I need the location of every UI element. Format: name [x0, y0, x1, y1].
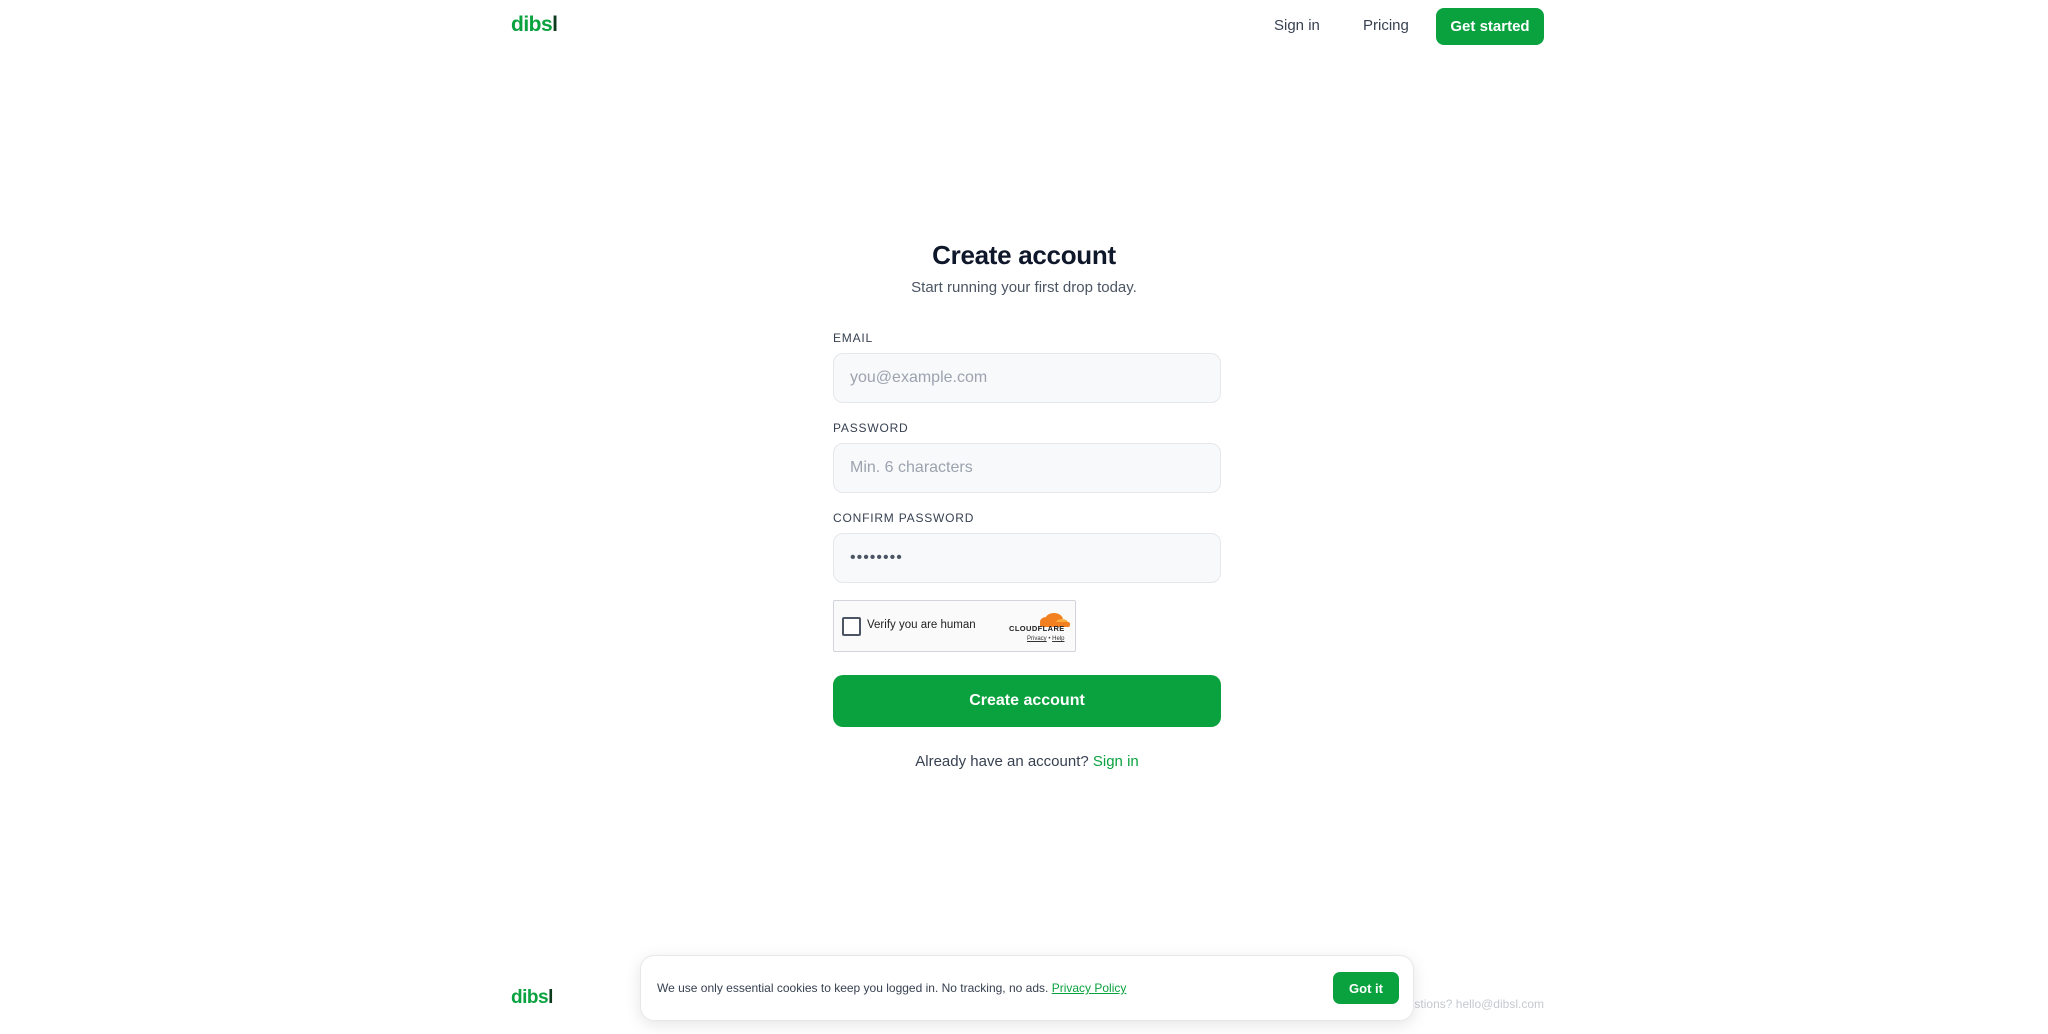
footer-logo[interactable]: dibsl [511, 987, 553, 1009]
cloudflare-wordmark: CLOUDFLARE [1009, 624, 1065, 633]
password-label: PASSWORD [833, 421, 909, 435]
signin-prompt-text: Already have an account? [915, 753, 1089, 770]
page-title: Create account [932, 240, 1116, 270]
email-field[interactable] [833, 353, 1221, 403]
signup-page: dibsl Sign in Pricing Get started Create… [0, 0, 2048, 1034]
signin-link[interactable]: Sign in [1093, 753, 1139, 770]
logo-main-text: dibs [511, 13, 553, 36]
captcha-help-link[interactable]: Help [1052, 636, 1064, 642]
cookie-text: We use only essential cookies to keep yo… [657, 981, 1126, 995]
nav-sign-in-link[interactable]: Sign in [1274, 17, 1320, 34]
confirm-password-field[interactable] [833, 533, 1221, 583]
top-header: dibsl Sign in Pricing Get started [0, 0, 2048, 54]
captcha-privacy-link[interactable]: Privacy [1027, 636, 1047, 642]
create-account-button[interactable]: Create account [833, 675, 1221, 727]
captcha-label: Verify you are human [867, 619, 976, 631]
privacy-policy-link[interactable]: Privacy Policy [1052, 981, 1127, 995]
confirm-password-label: CONFIRM PASSWORD [833, 511, 975, 525]
cookie-message: We use only essential cookies to keep yo… [657, 981, 1049, 995]
cookie-got-it-button[interactable]: Got it [1333, 972, 1399, 1004]
signin-prompt: Already have an account? Sign in [834, 753, 1220, 770]
captcha-widget: Verify you are human CLOUDFLARE Privacy … [833, 600, 1076, 652]
page-subtitle: Start running your first drop today. [911, 279, 1137, 296]
get-started-button[interactable]: Get started [1436, 8, 1544, 45]
footer-logo-tail-text: l [548, 987, 553, 1008]
nav-pricing-link[interactable]: Pricing [1363, 17, 1409, 34]
captcha-checkbox[interactable] [842, 617, 861, 636]
cookie-banner: We use only essential cookies to keep yo… [640, 955, 1414, 1021]
logo-tail-text: l [552, 13, 558, 36]
password-field[interactable] [833, 443, 1221, 493]
logo[interactable]: dibsl [511, 13, 558, 37]
email-label: EMAIL [833, 331, 874, 345]
captcha-links: Privacy • Help [1027, 636, 1064, 642]
footer-logo-main-text: dibs [511, 987, 549, 1008]
